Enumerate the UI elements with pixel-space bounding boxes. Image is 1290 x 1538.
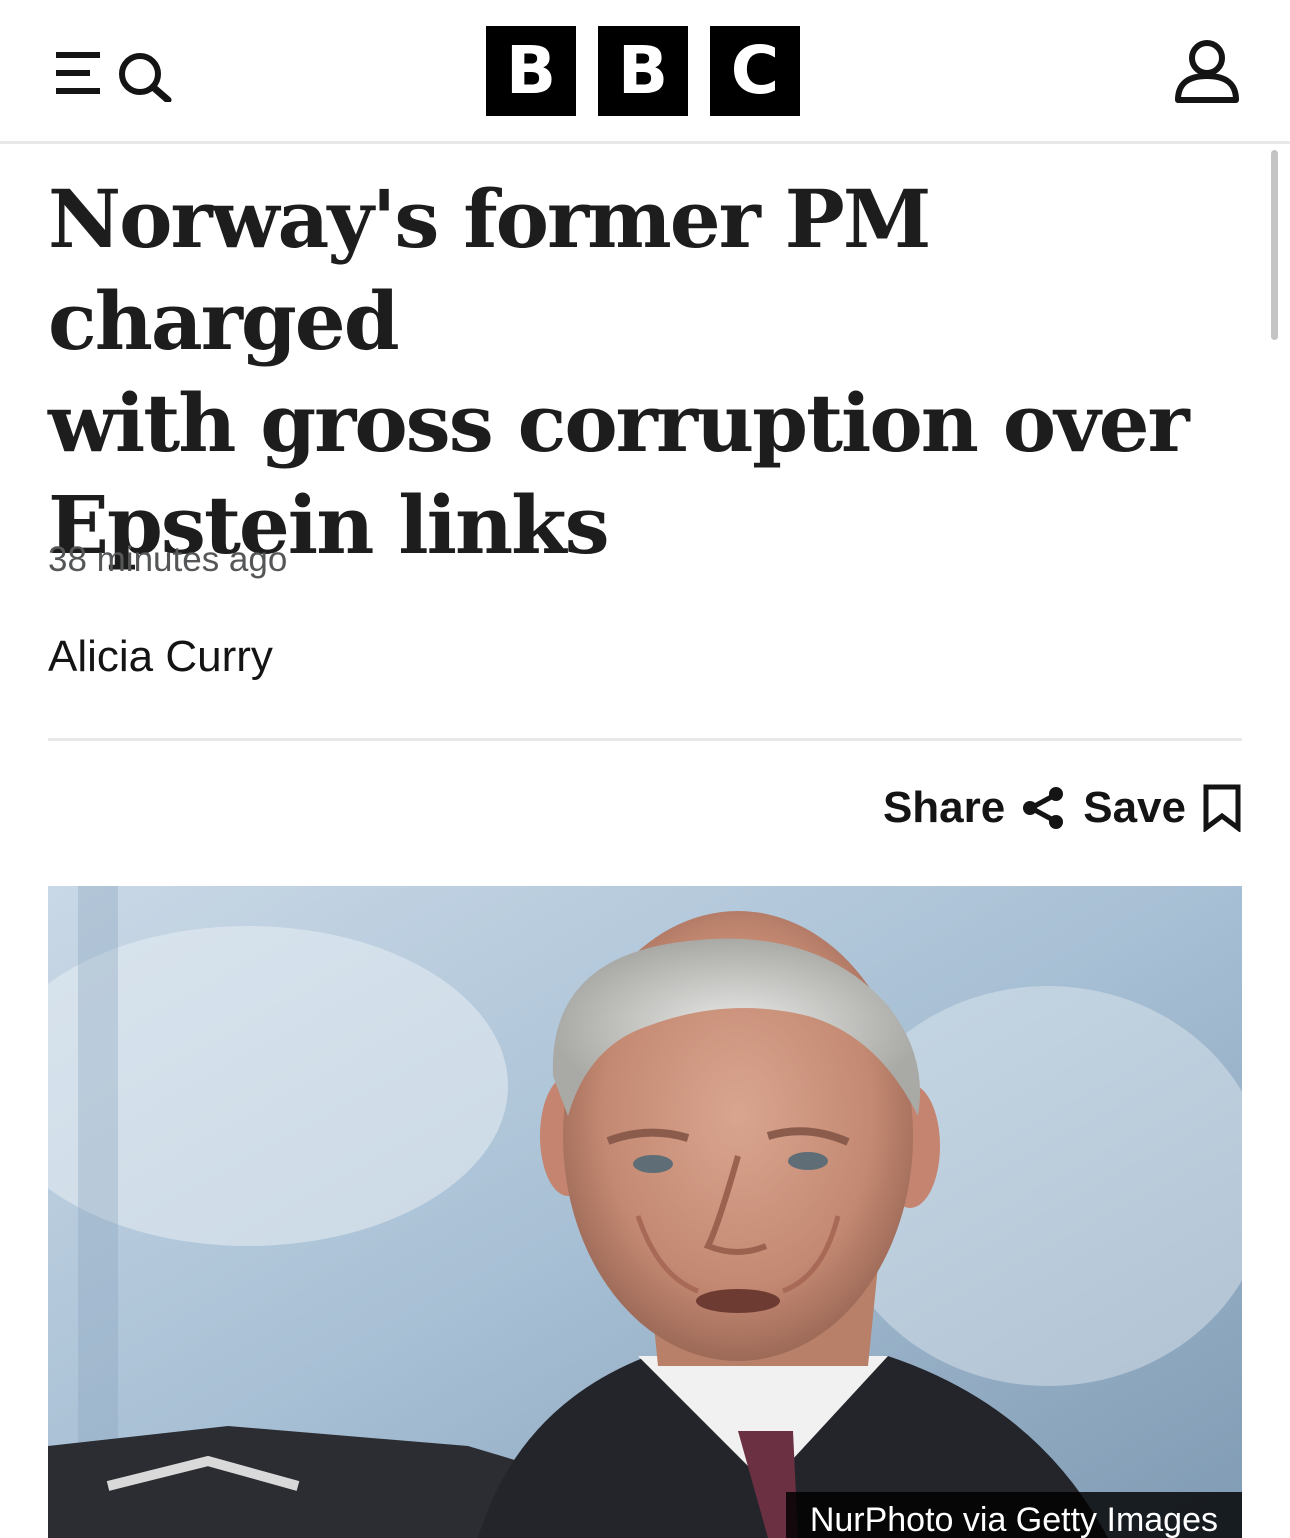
menu-icon	[52, 44, 106, 102]
divider	[48, 738, 1242, 741]
page: B B C Norway's former PM charged with gr…	[0, 0, 1290, 1538]
logo-letter: B	[598, 26, 688, 116]
share-button[interactable]: Share	[883, 783, 1065, 833]
share-icon	[1023, 787, 1064, 829]
logo-letter: B	[486, 26, 576, 116]
article-headline: Norway's former PM charged with gross co…	[48, 168, 1228, 576]
logo-letter: C	[710, 26, 800, 116]
share-label: Share	[882, 783, 1006, 832]
site-header: B B C	[0, 0, 1290, 144]
article-photo	[48, 886, 1242, 1538]
article-author: Alicia Curry	[48, 632, 273, 681]
article-timestamp: 38 minutes ago	[48, 540, 288, 579]
bbc-logo[interactable]: B B C	[486, 26, 800, 116]
image-caption: NurPhoto via Getty Images	[785, 1492, 1242, 1538]
menu-search-button[interactable]	[52, 44, 174, 102]
headline-line: with gross corruption over	[48, 376, 1190, 470]
headline-line: Norway's former PM charged	[48, 172, 931, 368]
save-button[interactable]: Save	[1083, 783, 1242, 833]
account-icon[interactable]	[1172, 38, 1242, 104]
article-actions: Share Save	[883, 780, 1242, 836]
bookmark-icon	[1203, 784, 1241, 832]
article-image[interactable]: NurPhoto via Getty Images	[48, 886, 1242, 1538]
scrollbar[interactable]	[1271, 150, 1278, 340]
save-label: Save	[1083, 783, 1186, 832]
search-icon	[119, 53, 172, 102]
